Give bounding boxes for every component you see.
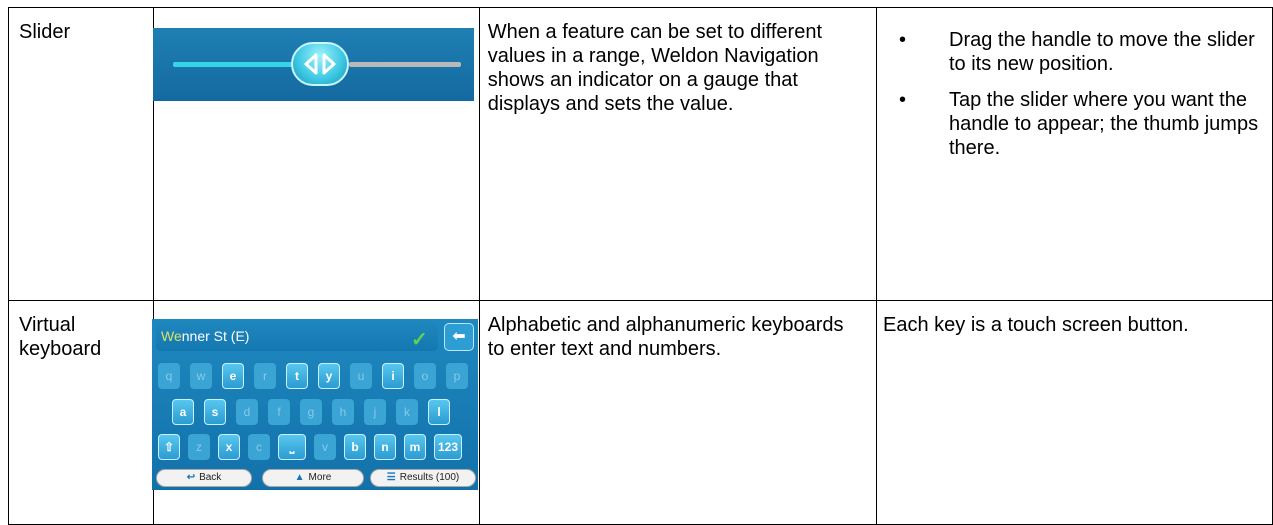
key-y[interactable]: y (318, 363, 340, 389)
back-label: Back (199, 472, 222, 483)
search-input[interactable]: Wenner St (E) ✓ (156, 323, 438, 351)
action-text: Drag the handle to move the slider to it… (949, 29, 1255, 75)
key-v[interactable]: v (314, 434, 336, 460)
key-t[interactable]: t (286, 363, 308, 389)
key-f[interactable]: f (268, 399, 290, 425)
results-label: Results (100) (399, 472, 460, 483)
keyboard-bottom-bar: ↩ Back ▲ More ☰ Results (100) (156, 469, 476, 487)
key-z[interactable]: z (188, 434, 210, 460)
slider-screenshot (153, 28, 474, 101)
bullet: • (899, 89, 907, 111)
key-q[interactable]: q (158, 363, 180, 389)
key-space[interactable]: ⎵ (278, 434, 306, 460)
back-button[interactable]: ↩ Back (156, 469, 252, 487)
key-g[interactable]: g (300, 399, 322, 425)
more-button[interactable]: ▲ More (262, 469, 364, 487)
actions-cell: Each key is a touch screen button. (876, 300, 1273, 525)
element-name: Slider (19, 21, 71, 43)
key-u[interactable]: u (350, 363, 372, 389)
key-shift[interactable]: ⇧ (158, 434, 180, 460)
key-x[interactable]: x (218, 434, 240, 460)
more-label: More (308, 472, 332, 483)
key-p[interactable]: p (446, 363, 468, 389)
description-cell: Alphabetic and alphanumeric keyboards to… (478, 300, 878, 525)
list-item: • Drag the handle to move the slider to … (883, 28, 1262, 76)
up-chevron-icon: ▲ (294, 472, 305, 483)
element-name: Virtual keyboard (19, 314, 102, 360)
key-h[interactable]: h (332, 399, 354, 425)
key-123[interactable]: 123 (434, 434, 462, 460)
actions-cell: • Drag the handle to move the slider to … (876, 7, 1273, 301)
check-icon[interactable]: ✓ (411, 327, 428, 352)
list-icon: ☰ (386, 472, 396, 483)
element-name-cell: Virtual keyboard (7, 300, 155, 525)
key-a[interactable]: a (172, 399, 194, 425)
slider-fill[interactable] (173, 62, 295, 67)
description-cell: When a feature can be set to different v… (478, 7, 878, 301)
action-list: • Drag the handle to move the slider to … (883, 28, 1262, 160)
element-description: When a feature can be set to different v… (487, 21, 823, 115)
typed-text: Wenner St (E) (161, 328, 250, 344)
key-c[interactable]: c (248, 434, 270, 460)
bullet: • (899, 29, 907, 51)
action-text: Tap the slider where you want the handle… (949, 89, 1259, 159)
back-arrow-icon: ↩ (186, 472, 196, 483)
action-text: Each key is a touch screen button. (883, 314, 1189, 336)
key-n[interactable]: n (374, 434, 396, 460)
key-r[interactable]: r (254, 363, 276, 389)
backspace-button[interactable]: ⬅ (444, 323, 474, 351)
key-k[interactable]: k (396, 399, 418, 425)
backspace-arrow-icon: ⬅ (452, 328, 466, 345)
key-s[interactable]: s (204, 399, 226, 425)
left-right-arrows-icon (304, 53, 336, 75)
key-j[interactable]: j (364, 399, 386, 425)
key-o[interactable]: o (414, 363, 436, 389)
key-e[interactable]: e (222, 363, 244, 389)
key-w[interactable]: w (190, 363, 212, 389)
key-d[interactable]: d (236, 399, 258, 425)
element-description: Alphabetic and alphanumeric keyboards to… (487, 314, 844, 360)
autocomplete-suggestion: nner St (E) (181, 328, 250, 344)
key-l[interactable]: l (428, 399, 450, 425)
keyboard-screenshot: Wenner St (E) ✓ ⬅ qwertyuiop asdfghjkl ⇧… (152, 319, 478, 490)
list-item: • Tap the slider where you want the hand… (883, 88, 1262, 160)
key-i[interactable]: i (382, 363, 404, 389)
key-m[interactable]: m (404, 434, 426, 460)
slider-track[interactable] (349, 62, 461, 67)
element-name-cell: Slider (7, 7, 155, 301)
results-button[interactable]: ☰ Results (100) (370, 469, 476, 487)
slider-handle[interactable] (291, 42, 349, 86)
key-b[interactable]: b (344, 434, 366, 460)
